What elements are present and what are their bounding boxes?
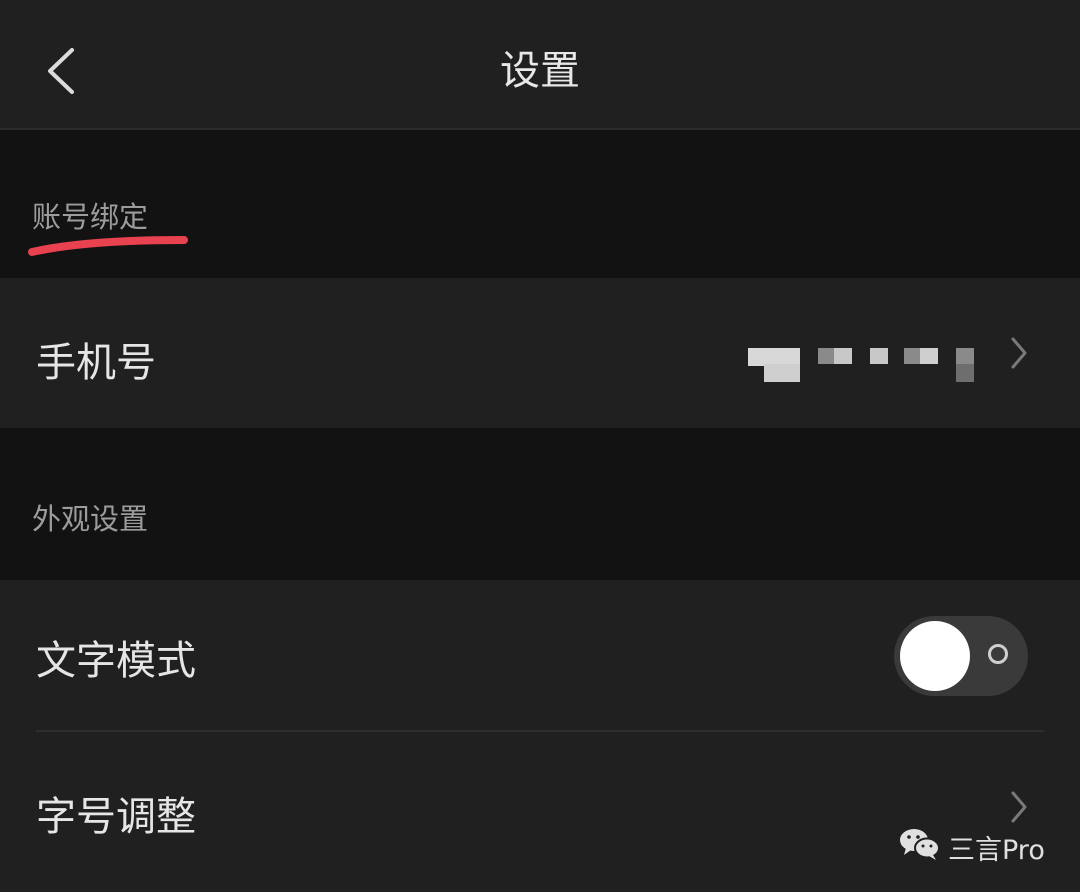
- toggle-off-indicator-icon: [988, 644, 1008, 664]
- chevron-right-icon: [1011, 791, 1027, 823]
- toggle-knob: [900, 621, 970, 691]
- phone-number-label: 手机号: [36, 340, 156, 386]
- section-label-appearance: 外观设置: [32, 502, 149, 536]
- navigation-bar: 设置: [0, 0, 1080, 130]
- chevron-right-icon: [1011, 337, 1027, 369]
- font-size-label: 字号调整: [36, 794, 196, 840]
- red-underline-annotation: [28, 236, 188, 256]
- phone-number-value: [748, 346, 978, 382]
- phone-number-row[interactable]: 手机号: [0, 278, 1080, 428]
- section-header-account: 账号绑定: [0, 130, 1080, 278]
- text-mode-toggle[interactable]: [894, 616, 1028, 696]
- wechat-icon: [900, 829, 940, 860]
- watermark-text: 三言Pro: [948, 835, 1045, 866]
- section-header-appearance: 外观设置: [0, 428, 1080, 580]
- text-mode-label: 文字模式: [36, 638, 196, 684]
- font-size-row[interactable]: 字号调整: [0, 732, 1080, 892]
- page-title: 设置: [500, 48, 580, 94]
